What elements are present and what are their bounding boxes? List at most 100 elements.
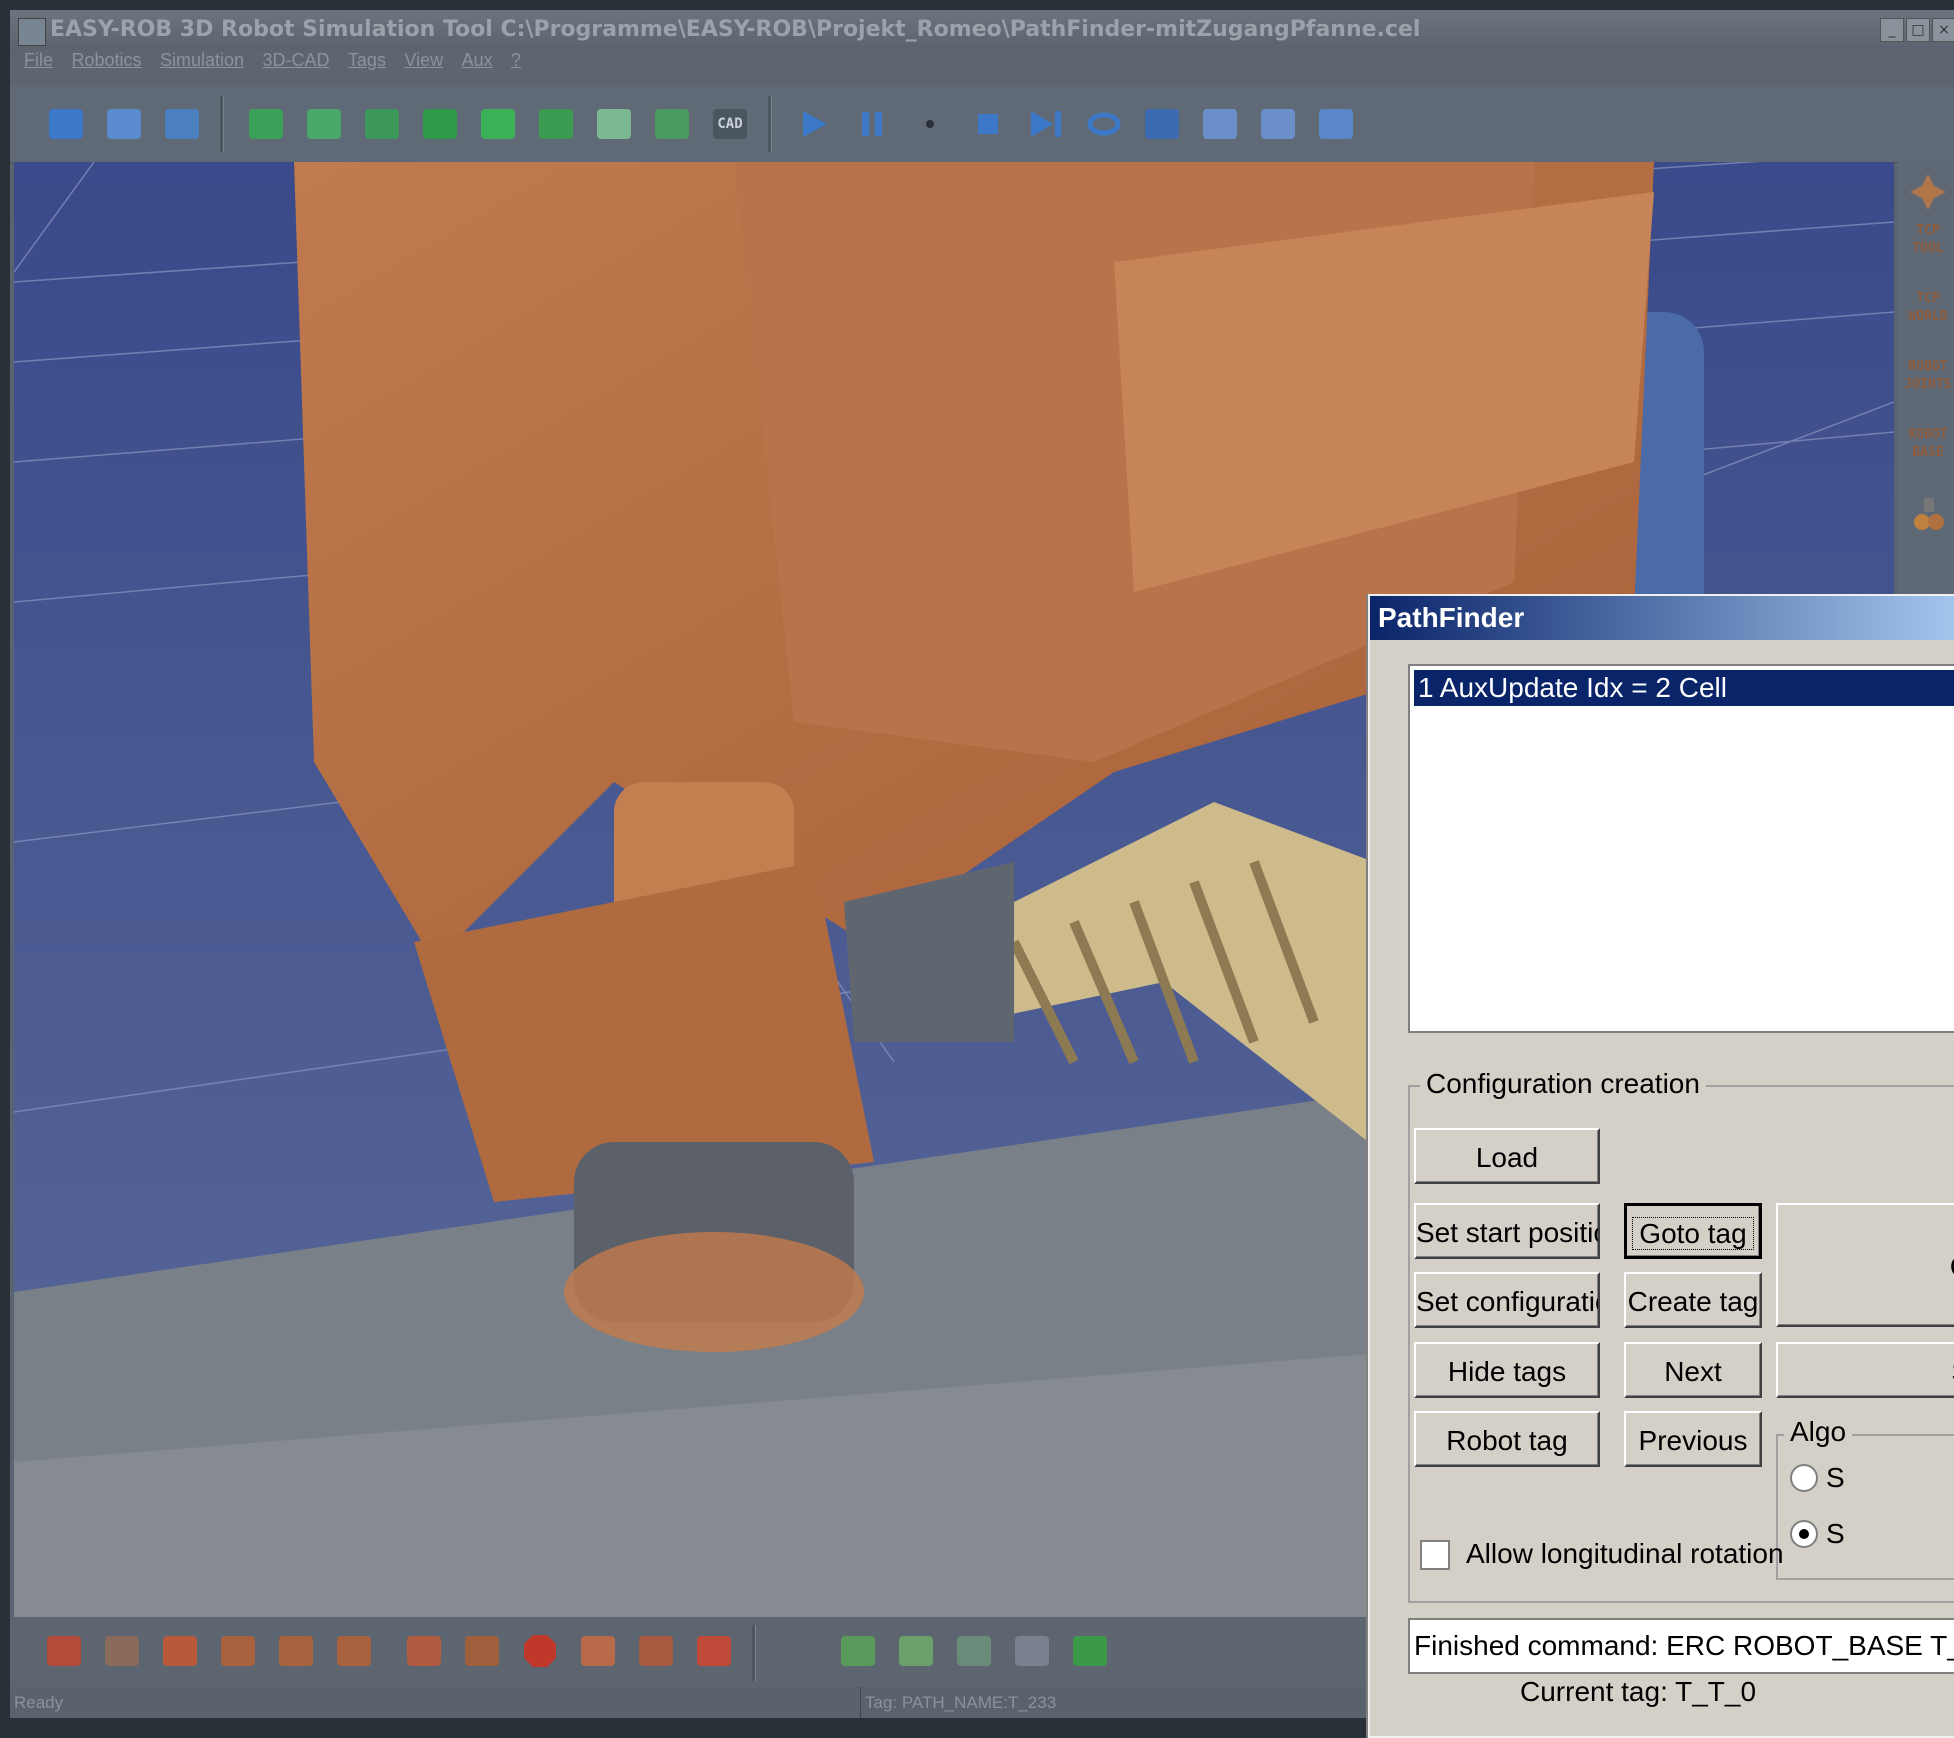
skip-end-icon <box>1031 111 1061 137</box>
axis-3-button[interactable] <box>330 1627 378 1675</box>
hide-tags-button[interactable]: Hide tags <box>1414 1342 1600 1398</box>
solid-view-button[interactable] <box>416 100 464 148</box>
next-button[interactable]: Next <box>1624 1342 1762 1398</box>
algorithm-radio-2-label: S <box>1826 1518 1845 1549</box>
transfer-icon <box>639 1636 673 1666</box>
open-file-button[interactable] <box>42 100 90 148</box>
pause-button[interactable] <box>848 100 896 148</box>
maximize-button[interactable]: □ <box>1906 18 1930 42</box>
camera-button[interactable] <box>242 100 290 148</box>
command-list-selected-item[interactable]: 1 AuxUpdate Idx = 2 Cell <box>1414 670 1954 706</box>
robot-arm-icon <box>47 1636 81 1666</box>
menu-file[interactable]: File <box>24 50 53 71</box>
algorithm-radio-2[interactable] <box>1790 1520 1818 1548</box>
print-icon <box>107 109 141 139</box>
tools-button[interactable] <box>458 1627 506 1675</box>
box-button[interactable] <box>156 1627 204 1675</box>
transfer-button[interactable] <box>632 1627 680 1675</box>
axis-2-button[interactable] <box>272 1627 320 1675</box>
partial-right-button-2[interactable]: S <box>1776 1342 1954 1398</box>
robot-base-button[interactable]: ROBOT BASE <box>1902 426 1954 462</box>
tcp-world-button[interactable]: TCP WORLD <box>1902 290 1954 326</box>
cylinder-button[interactable] <box>1066 1627 1114 1675</box>
weight-icon <box>407 1636 441 1666</box>
skip-end-button[interactable] <box>1022 100 1070 148</box>
robot-view-button[interactable] <box>648 100 696 148</box>
collision-button[interactable] <box>690 1627 738 1675</box>
goto-tag-button[interactable]: Goto tag <box>1624 1203 1762 1259</box>
loop-button[interactable] <box>1080 100 1128 148</box>
set-start-position-button[interactable]: Set start position <box>1414 1203 1600 1259</box>
solid-view-2-button[interactable] <box>474 100 522 148</box>
emergency-stop-button[interactable] <box>516 1627 564 1675</box>
step-button[interactable] <box>906 100 954 148</box>
save-icon <box>165 109 199 139</box>
tcp-world-line1: TCP <box>1916 291 1940 306</box>
camera-icon <box>249 109 283 139</box>
tcp-tool-button[interactable]: TCP TOOL <box>1902 222 1954 258</box>
menu-3d-cad[interactable]: 3D-CAD <box>262 50 329 71</box>
robot-icon <box>655 109 689 139</box>
algorithm-radio-1-label: S <box>1826 1462 1845 1493</box>
menu-view[interactable]: View <box>404 50 443 71</box>
title-bar: EASY-ROB 3D Robot Simulation Tool C:\Pro… <box>10 10 1954 50</box>
chart-button[interactable] <box>574 1627 622 1675</box>
floor-grid-icon <box>539 109 573 139</box>
menu-simulation[interactable]: Simulation <box>160 50 244 71</box>
tcp-world-line2: WORLD <box>1908 309 1948 324</box>
robot-arm-button[interactable] <box>40 1627 88 1675</box>
grid-view-button[interactable] <box>358 100 406 148</box>
cube-shaded-icon <box>481 109 515 139</box>
gripper-button[interactable] <box>98 1627 146 1675</box>
status-tag: Tag: PATH_NAME:T_233 <box>860 1687 1056 1718</box>
pathfinder-title-bar[interactable]: PathFinder <box>1370 596 1954 640</box>
grid-view-icon <box>365 109 399 139</box>
algorithm-radio-1[interactable] <box>1790 1464 1818 1492</box>
menu-robotics[interactable]: Robotics <box>71 50 141 71</box>
robot-base-line2: BASE <box>1912 445 1944 460</box>
frame-button[interactable] <box>300 100 348 148</box>
gripper-icon <box>105 1636 139 1666</box>
menu-tags[interactable]: Tags <box>348 50 386 71</box>
floor-2-button[interactable] <box>590 100 638 148</box>
robot-joints-button[interactable]: ROBOT JOINTS <box>1902 358 1954 394</box>
tools-icon <box>465 1636 499 1666</box>
menu-aux[interactable]: Aux <box>462 50 493 71</box>
spheres-button[interactable] <box>892 1627 940 1675</box>
spheres-icon <box>899 1636 933 1666</box>
current-tag-label: Current tag: T_T_0 <box>1520 1676 1757 1707</box>
command-list[interactable]: 1 AuxUpdate Idx = 2 Cell <box>1408 664 1954 1033</box>
walk-button[interactable] <box>1196 100 1244 148</box>
sphere-button[interactable] <box>834 1627 882 1675</box>
print-button[interactable] <box>100 100 148 148</box>
previous-button[interactable]: Previous <box>1624 1411 1762 1467</box>
conveyor-button[interactable] <box>950 1627 998 1675</box>
load-button[interactable]: Load <box>1414 1128 1600 1184</box>
objects-icon[interactable] <box>1902 492 1954 542</box>
path-button[interactable] <box>1138 100 1186 148</box>
stop-button[interactable] <box>964 100 1012 148</box>
measure-button[interactable] <box>1312 100 1360 148</box>
robot-joints-line1: ROBOT <box>1908 359 1948 374</box>
robot-base-line1: ROBOT <box>1908 427 1948 442</box>
robot-tag-button[interactable]: Robot tag <box>1414 1411 1600 1467</box>
container-button[interactable] <box>1008 1627 1056 1675</box>
algorithm-group-label: Algo <box>1784 1416 1853 1448</box>
floor-button[interactable] <box>532 100 580 148</box>
menu-help[interactable]: ? <box>511 50 521 71</box>
play-button[interactable] <box>790 100 838 148</box>
frame-axes-button[interactable] <box>776 1627 824 1675</box>
cad-button[interactable]: CAD <box>706 100 754 148</box>
minimize-button[interactable]: _ <box>1880 18 1904 42</box>
weight-button[interactable] <box>400 1627 448 1675</box>
save-button[interactable] <box>158 100 206 148</box>
axis-1-button[interactable] <box>214 1627 262 1675</box>
run-button[interactable] <box>1254 100 1302 148</box>
create-tag-button[interactable]: Create tag <box>1624 1272 1762 1328</box>
close-button[interactable]: × <box>1932 18 1954 42</box>
goto-tag-label: Goto tag <box>1632 1217 1754 1250</box>
allow-longitudinal-rotation-checkbox[interactable] <box>1420 1540 1450 1570</box>
move-icon[interactable] <box>1902 172 1954 212</box>
partial-right-button[interactable]: C <box>1776 1203 1954 1327</box>
set-configuration-button[interactable]: Set configuration <box>1414 1272 1600 1328</box>
